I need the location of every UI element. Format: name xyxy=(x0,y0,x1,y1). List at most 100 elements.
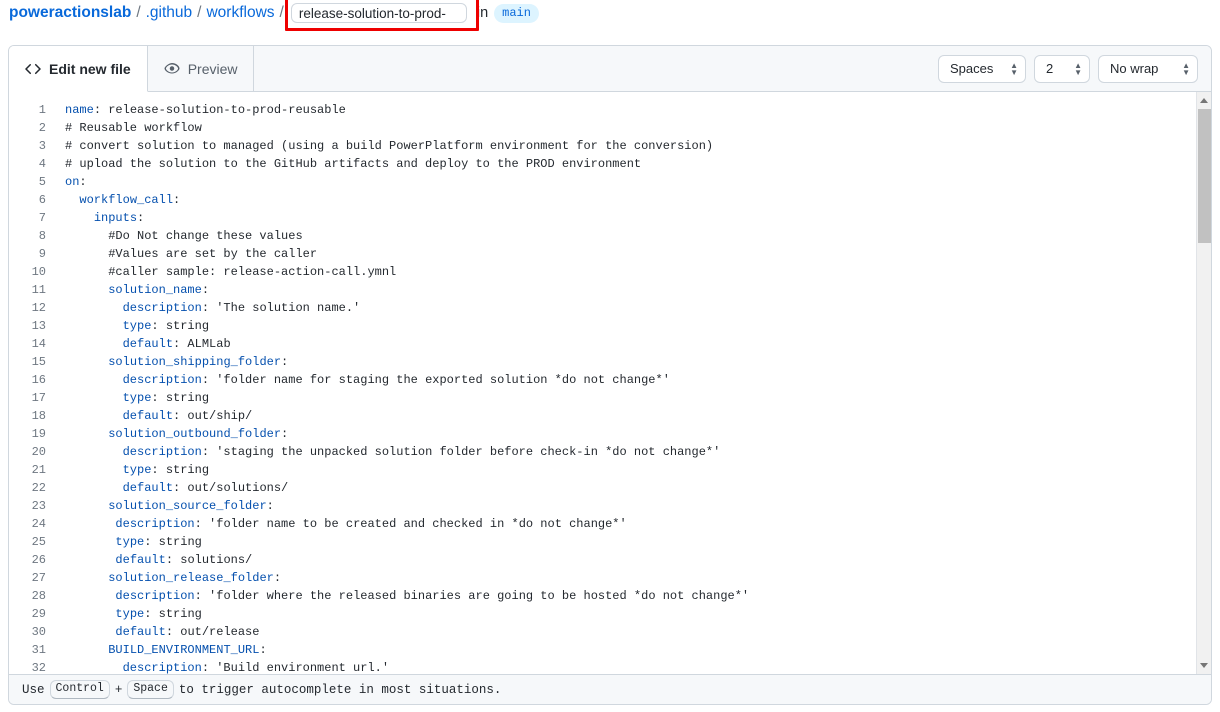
code-line[interactable]: name: release-solution-to-prod-reusable xyxy=(65,101,1196,119)
code-line[interactable]: solution_shipping_folder: xyxy=(65,353,1196,371)
code-token: : xyxy=(173,193,180,207)
code-line[interactable]: solution_outbound_folder: xyxy=(65,425,1196,443)
code-token xyxy=(65,193,79,207)
code-line[interactable]: description: 'The solution name.' xyxy=(65,299,1196,317)
code-token: : out/release xyxy=(166,625,260,639)
code-line[interactable]: description: 'Build environment url.' xyxy=(65,659,1196,674)
line-number: 5 xyxy=(9,173,46,191)
code-line[interactable]: #Values are set by the caller xyxy=(65,245,1196,263)
line-number: 2 xyxy=(9,119,46,137)
code-text[interactable]: name: release-solution-to-prod-reusable #… xyxy=(55,101,1196,674)
code-line[interactable]: type: string xyxy=(65,533,1196,551)
status-prefix: Use xyxy=(22,683,45,697)
chevron-updown-icon: ▲▼ xyxy=(1074,62,1082,76)
code-line[interactable]: description: 'folder where the released … xyxy=(65,587,1196,605)
code-line[interactable]: description: 'staging the unpacked solut… xyxy=(65,443,1196,461)
editor-toolbar: Edit new file Preview Spaces ▲▼ 2 ▲▼ xyxy=(9,46,1211,92)
code-line[interactable]: # upload the solution to the GitHub arti… xyxy=(65,155,1196,173)
code-line[interactable]: # convert solution to managed (using a b… xyxy=(65,137,1196,155)
code-token xyxy=(65,625,115,639)
code-line[interactable]: BUILD_ENVIRONMENT_URL: xyxy=(65,641,1196,659)
code-token xyxy=(65,445,123,459)
code-token: default xyxy=(115,625,165,639)
indent-size-select[interactable]: 2 ▲▼ xyxy=(1034,55,1090,83)
code-icon xyxy=(25,61,41,77)
code-token xyxy=(65,517,115,531)
breadcrumb-repo-link[interactable]: poweractionslab xyxy=(9,4,131,22)
code-line[interactable]: type: string xyxy=(65,605,1196,623)
code-token: : 'staging the unpacked solution folder … xyxy=(202,445,720,459)
code-token xyxy=(65,391,123,405)
code-line[interactable]: type: string xyxy=(65,389,1196,407)
tab-preview[interactable]: Preview xyxy=(148,46,255,91)
code-line[interactable]: on: xyxy=(65,173,1196,191)
code-token: BUILD_ENVIRONMENT_URL xyxy=(108,643,259,657)
code-line[interactable]: #caller sample: release-action-call.ymnl xyxy=(65,263,1196,281)
code-token: : 'folder name to be created and checked… xyxy=(195,517,627,531)
code-token xyxy=(65,661,123,674)
filename-input[interactable] xyxy=(291,3,467,23)
code-line[interactable]: default: out/release xyxy=(65,623,1196,641)
code-line[interactable]: default: ALMLab xyxy=(65,335,1196,353)
code-token: type xyxy=(123,319,152,333)
tab-edit-new-file[interactable]: Edit new file xyxy=(9,46,148,92)
code-line[interactable]: solution_name: xyxy=(65,281,1196,299)
code-line[interactable]: type: string xyxy=(65,317,1196,335)
code-line[interactable]: description: 'folder name for staging th… xyxy=(65,371,1196,389)
code-line[interactable]: workflow_call: xyxy=(65,191,1196,209)
code-line[interactable]: solution_release_folder: xyxy=(65,569,1196,587)
code-line[interactable]: default: out/solutions/ xyxy=(65,479,1196,497)
line-number: 28 xyxy=(9,587,46,605)
code-token: type xyxy=(123,391,152,405)
code-token: inputs xyxy=(94,211,137,225)
vertical-scrollbar[interactable] xyxy=(1196,92,1211,674)
code-line[interactable]: # Reusable workflow xyxy=(65,119,1196,137)
code-line[interactable]: solution_source_folder: xyxy=(65,497,1196,515)
chevron-updown-icon: ▲▼ xyxy=(1010,62,1018,76)
code-token: on xyxy=(65,175,79,189)
code-line[interactable]: type: string xyxy=(65,461,1196,479)
line-number-gutter: 1234567891011121314151617181920212223242… xyxy=(9,101,55,674)
code-line[interactable]: #Do Not change these values xyxy=(65,227,1196,245)
line-number: 18 xyxy=(9,407,46,425)
line-number: 1 xyxy=(9,101,46,119)
code-line[interactable]: default: solutions/ xyxy=(65,551,1196,569)
code-token: : xyxy=(281,427,288,441)
code-token: description xyxy=(123,661,202,674)
indent-mode-select[interactable]: Spaces ▲▼ xyxy=(938,55,1026,83)
scroll-up-arrow-icon[interactable] xyxy=(1197,92,1212,109)
code-line[interactable]: inputs: xyxy=(65,209,1196,227)
file-editor-panel: Edit new file Preview Spaces ▲▼ 2 ▲▼ xyxy=(8,45,1212,705)
code-line[interactable]: description: 'folder name to be created … xyxy=(65,515,1196,533)
line-number: 20 xyxy=(9,443,46,461)
line-number: 19 xyxy=(9,425,46,443)
code-editor-area[interactable]: 1234567891011121314151617181920212223242… xyxy=(9,92,1211,674)
code-scroll-region[interactable]: 1234567891011121314151617181920212223242… xyxy=(9,92,1196,674)
scroll-down-arrow-icon[interactable] xyxy=(1197,657,1212,674)
code-token: type xyxy=(115,535,144,549)
scrollbar-thumb[interactable] xyxy=(1198,109,1211,243)
wrap-mode-select[interactable]: No wrap ▲▼ xyxy=(1098,55,1198,83)
code-token: : string xyxy=(144,535,202,549)
code-token xyxy=(65,499,108,513)
key-control: Control xyxy=(50,680,110,699)
breadcrumb-segment-workflows[interactable]: workflows xyxy=(206,4,274,22)
code-token xyxy=(65,553,115,567)
line-number: 30 xyxy=(9,623,46,641)
breadcrumb-segment-github[interactable]: .github xyxy=(146,4,193,22)
code-token: : out/solutions/ xyxy=(173,481,288,495)
line-number: 23 xyxy=(9,497,46,515)
line-number: 8 xyxy=(9,227,46,245)
line-number: 3 xyxy=(9,137,46,155)
code-line[interactable]: default: out/ship/ xyxy=(65,407,1196,425)
code-token: # Reusable workflow xyxy=(65,121,202,135)
branch-badge[interactable]: main xyxy=(494,4,539,23)
code-token: : xyxy=(259,643,266,657)
code-token: : string xyxy=(151,319,209,333)
code-token xyxy=(65,607,115,621)
code-token xyxy=(65,301,123,315)
line-number: 7 xyxy=(9,209,46,227)
code-token xyxy=(65,589,115,603)
scrollbar-track[interactable] xyxy=(1197,109,1212,657)
line-number: 32 xyxy=(9,659,46,674)
